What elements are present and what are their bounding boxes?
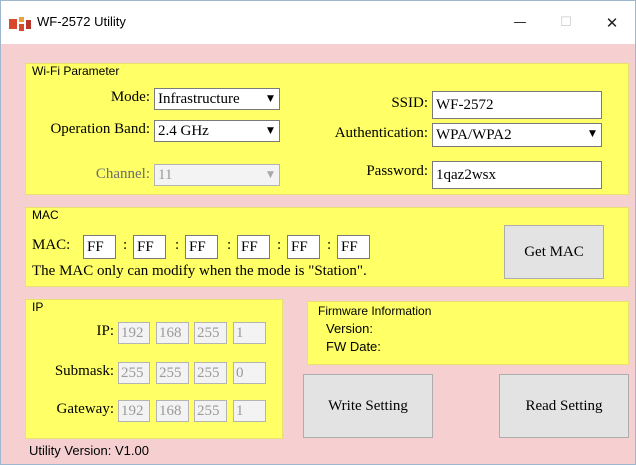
utility-window: WF-2572 Utility — ☐ ✕ Wi-Fi Parameter Mo… (0, 0, 636, 465)
mac-octet-1[interactable]: FF (83, 235, 116, 259)
authentication-select[interactable]: WPA/WPA2 ▼ (432, 123, 602, 147)
ip-group-title: IP (32, 300, 44, 314)
gateway-octet-1[interactable]: 192 (118, 400, 150, 422)
mac-separator: : (123, 237, 128, 253)
submask-label: Submask: (54, 363, 114, 379)
operation-band-select[interactable]: 2.4 GHz ▼ (154, 120, 280, 142)
minimize-button[interactable]: — (497, 1, 543, 44)
window-title: WF-2572 Utility (37, 14, 126, 29)
ip-label: IP: (96, 323, 114, 339)
firmware-version-label: Version: (326, 321, 373, 336)
chevron-down-icon: ▼ (589, 129, 596, 139)
mac-label: MAC: (32, 237, 71, 253)
write-setting-button[interactable]: Write Setting (303, 374, 433, 438)
mac-octet-2[interactable]: FF (133, 235, 166, 259)
chevron-down-icon: ▼ (267, 94, 274, 104)
read-setting-label: Read Setting (525, 397, 603, 414)
mac-octet-4[interactable]: FF (237, 235, 270, 259)
firmware-information-group: Firmware Information Version: FW Date: (307, 301, 629, 365)
submask-octet-2[interactable]: 255 (156, 362, 189, 384)
mac-group: MAC MAC: FF : FF : FF : FF : FF : FF The… (25, 207, 629, 287)
mac-octet-3[interactable]: FF (185, 235, 218, 259)
mac-separator: : (175, 237, 180, 253)
minimize-icon: — (513, 15, 527, 30)
submask-octet-4[interactable]: 0 (233, 362, 266, 384)
mac-separator: : (227, 237, 232, 253)
write-setting-label: Write Setting (328, 397, 408, 414)
authentication-value: WPA/WPA2 (436, 127, 512, 143)
channel-value: 11 (158, 167, 173, 183)
authentication-label: Authentication: (334, 125, 428, 141)
gateway-octet-3[interactable]: 255 (194, 400, 227, 422)
gateway-label: Gateway: (56, 401, 114, 417)
mac-octet-5[interactable]: FF (287, 235, 320, 259)
submask-octet-3[interactable]: 255 (194, 362, 227, 384)
get-mac-button-label: Get MAC (524, 243, 584, 260)
mode-select[interactable]: Infrastructure ▼ (154, 88, 280, 110)
firmware-group-title: Firmware Information (318, 304, 432, 318)
channel-label: Channel: (95, 166, 150, 182)
submask-octet-1[interactable]: 255 (118, 362, 150, 384)
ip-octet-2[interactable]: 168 (156, 322, 189, 344)
mac-octet-6[interactable]: FF (337, 235, 370, 259)
password-label: Password: (366, 163, 428, 179)
operation-band-label: Operation Band: (50, 121, 150, 137)
wifi-group-title: Wi-Fi Parameter (32, 64, 120, 78)
title-bar[interactable]: WF-2572 Utility — ☐ ✕ (1, 1, 635, 44)
chevron-down-icon: ▼ (267, 170, 274, 180)
gateway-octet-4[interactable]: 1 (233, 400, 266, 422)
gateway-octet-2[interactable]: 168 (156, 400, 189, 422)
app-icon (9, 17, 31, 31)
ssid-input[interactable]: WF-2572 (432, 91, 602, 119)
mode-value: Infrastructure (158, 91, 240, 107)
mac-note: The MAC only can modify when the mode is… (32, 263, 367, 279)
ip-octet-3[interactable]: 255 (194, 322, 227, 344)
mac-group-title: MAC (32, 208, 59, 222)
wifi-parameter-group: Wi-Fi Parameter Mode: Infrastructure ▼ O… (25, 63, 629, 195)
get-mac-button[interactable]: Get MAC (504, 225, 604, 279)
read-setting-button[interactable]: Read Setting (499, 374, 629, 438)
close-icon: ✕ (605, 13, 619, 32)
mac-separator: : (327, 237, 332, 253)
mode-label: Mode: (110, 89, 150, 105)
maximize-icon: ☐ (560, 15, 572, 30)
maximize-button[interactable]: ☐ (543, 1, 589, 44)
firmware-date-label: FW Date: (326, 339, 381, 354)
chevron-down-icon: ▼ (267, 126, 274, 136)
channel-select[interactable]: 11 ▼ (154, 164, 280, 186)
utility-version: Utility Version: V1.00 (29, 443, 149, 458)
password-input[interactable]: 1qaz2wsx (432, 161, 602, 189)
ip-octet-4[interactable]: 1 (233, 322, 266, 344)
close-button[interactable]: ✕ (589, 1, 635, 44)
ssid-label: SSID: (391, 95, 428, 111)
mac-separator: : (277, 237, 282, 253)
operation-band-value: 2.4 GHz (158, 123, 209, 139)
ip-group: IP IP: 192 168 255 1 Submask: 255 255 25… (25, 299, 283, 439)
ip-octet-1[interactable]: 192 (118, 322, 150, 344)
